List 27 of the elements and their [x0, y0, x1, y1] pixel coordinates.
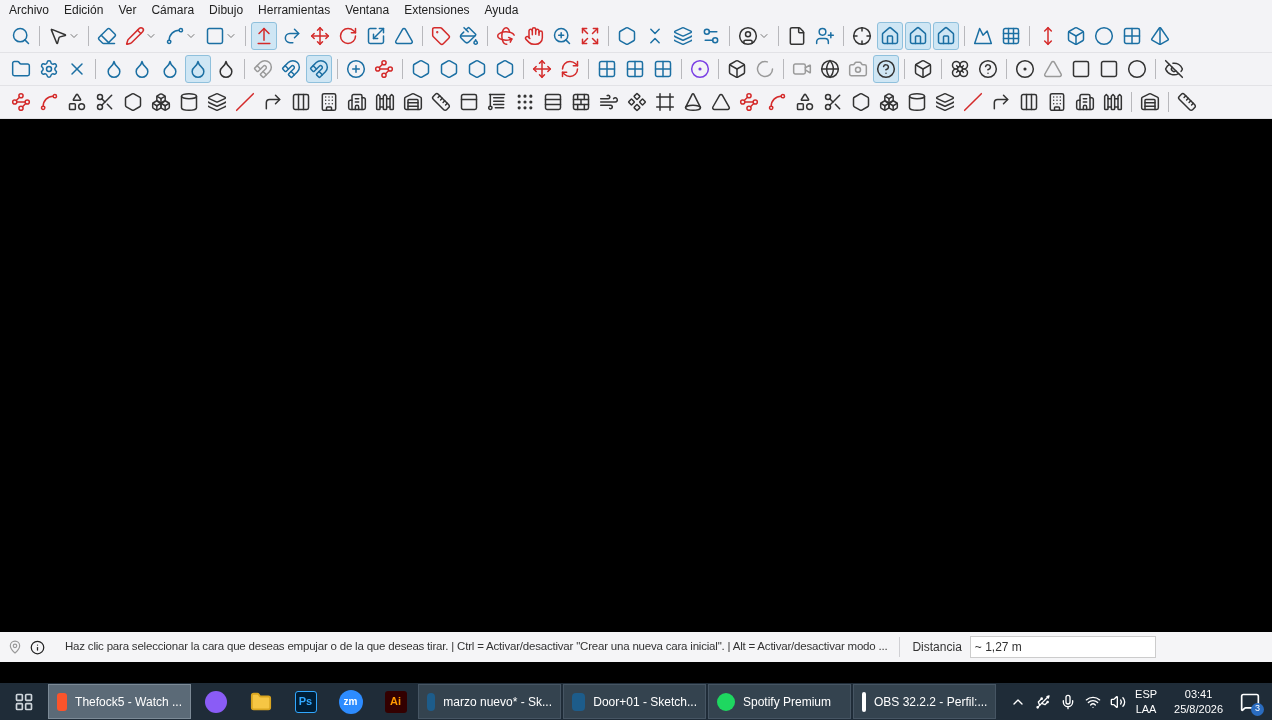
menu-item[interactable]: Extensiones	[404, 1, 470, 19]
taskbar-window-button[interactable]: marzo nuevo* - Sk...	[418, 684, 561, 719]
notification-count: 3	[1251, 702, 1264, 716]
menu-item[interactable]: Archivo	[9, 1, 49, 19]
menu-item[interactable]: Ventana	[345, 1, 390, 19]
distance-label: Distancia	[912, 639, 962, 656]
taskbar-window-button[interactable]: Thefock5 - Watch ...	[48, 684, 191, 719]
menu-item[interactable]: Edición	[64, 1, 104, 19]
menu-item[interactable]: Cámara	[151, 1, 195, 19]
taskbar-window-button[interactable]: OBS 32.2.2 - Perfil:...	[853, 684, 996, 719]
status-hint: Haz clic para seleccionar la cara que deseas empujar o de la que deseas tirar. | Ctrl = Activar/desactivar "Crear una nueva cara inicial". | Alt = Activar/desactivar modo ...	[65, 639, 888, 655]
menu-item[interactable]: Dibujo	[209, 1, 244, 19]
language-code[interactable]: ESP	[1135, 686, 1158, 702]
taskbar-app-button[interactable]: Ps	[283, 684, 328, 719]
taskbar-app-button[interactable]: Ai	[373, 684, 418, 719]
menu-item[interactable]: Ayuda	[484, 1, 519, 19]
taskbar-window-button[interactable]: Spotify Premium	[708, 684, 851, 719]
keyboard-layout[interactable]: LAA	[1135, 701, 1157, 717]
app-logo-icon: Ai	[384, 690, 407, 713]
distance-field[interactable]: ~ 1,27 m	[969, 636, 1156, 658]
clock-date[interactable]: 25/8/2026	[1174, 701, 1223, 717]
app-logo-icon: Ps	[294, 690, 317, 713]
menu-item[interactable]: Ver	[118, 1, 137, 19]
app-logo-icon: zm	[338, 689, 363, 714]
taskbar-window-button[interactable]: Door+01 - Sketch...	[563, 684, 706, 719]
menu-item[interactable]: Herramientas	[258, 1, 331, 19]
clock-time[interactable]: 03:41	[1184, 686, 1213, 702]
